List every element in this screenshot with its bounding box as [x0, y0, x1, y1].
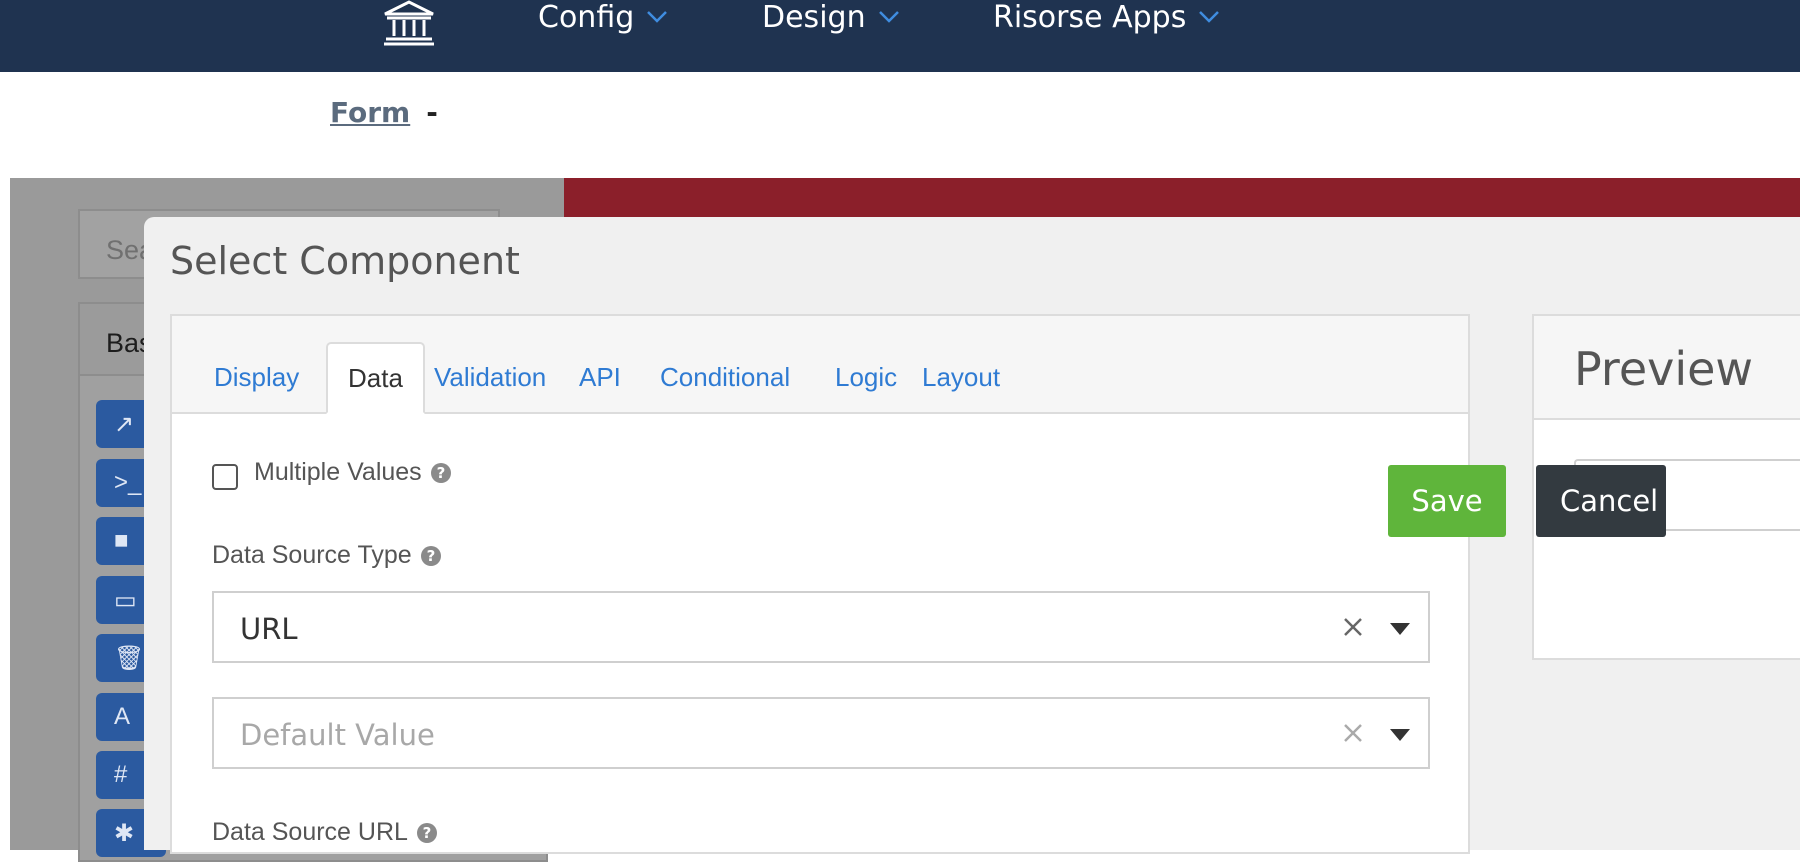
data-source-url-field: Data Source URL ? — [212, 818, 438, 847]
external-link-icon: ↗ — [114, 410, 135, 438]
nav-config[interactable]: Config — [538, 0, 668, 35]
tab-layout[interactable]: Layout — [902, 342, 1020, 412]
tab-display[interactable]: Display — [194, 342, 319, 412]
data-source-type-field: Data Source Type ? — [212, 541, 442, 570]
preview-title: Preview — [1534, 316, 1800, 420]
hash-icon: # — [114, 761, 128, 788]
multiple-values-label: Multiple Values — [254, 458, 422, 486]
multiple-values-checkbox[interactable] — [212, 464, 238, 490]
caret-down-icon[interactable] — [1390, 623, 1410, 635]
data-source-url-label: Data Source URL — [212, 818, 408, 846]
default-value-select[interactable]: Default Value — [212, 697, 1430, 769]
data-source-type-value: URL — [240, 612, 298, 646]
top-navbar: Config Design Risorse Apps — [0, 0, 1800, 72]
square-icon: ■ — [114, 527, 129, 554]
nav-design[interactable]: Design — [762, 0, 900, 35]
svg-text:?: ? — [423, 824, 432, 842]
tab-api[interactable]: API — [559, 342, 641, 412]
caret-down-icon[interactable] — [1390, 729, 1410, 741]
svg-text:?: ? — [426, 547, 435, 565]
data-source-type-select[interactable]: URL — [212, 591, 1430, 663]
chevron-down-icon — [647, 11, 668, 23]
nav-config-label: Config — [538, 0, 635, 35]
chevron-down-icon — [878, 11, 899, 23]
terminal-icon: >_ — [114, 469, 142, 496]
component-edit-panel: Display Data Validation API Conditional … — [170, 314, 1470, 854]
save-button[interactable]: Save — [1388, 465, 1506, 537]
modal-title: Select Component — [170, 239, 520, 283]
font-icon: A — [114, 703, 131, 730]
breadcrumb-form-link[interactable]: Form — [330, 96, 410, 129]
question-circle-icon[interactable]: ? — [420, 545, 442, 567]
tab-data[interactable]: Data — [326, 342, 425, 414]
data-source-type-label: Data Source Type — [212, 541, 412, 569]
cancel-button[interactable]: Cancel — [1536, 465, 1666, 537]
nav-risorse-apps-label: Risorse Apps — [993, 0, 1187, 35]
chevron-down-icon — [1199, 11, 1220, 23]
close-icon[interactable] — [1342, 722, 1364, 744]
breadcrumb-separator: - — [426, 96, 438, 129]
svg-text:?: ? — [436, 464, 445, 482]
bank-icon[interactable] — [381, 0, 437, 46]
breadcrumb: Form - — [330, 96, 438, 129]
close-icon[interactable] — [1342, 616, 1364, 638]
tab-validation[interactable]: Validation — [414, 342, 566, 412]
tab-conditional[interactable]: Conditional — [640, 342, 810, 412]
window-icon: ▭ — [114, 586, 137, 614]
default-value-placeholder: Default Value — [240, 718, 435, 752]
nav-design-label: Design — [762, 0, 866, 35]
multiple-values-field: Multiple Values ? — [254, 458, 452, 487]
question-circle-icon[interactable]: ? — [430, 462, 452, 484]
question-circle-icon[interactable]: ? — [416, 822, 438, 844]
builder-accent-bar — [564, 178, 1800, 218]
trash-icon: 🗑 — [114, 644, 145, 672]
nav-risorse-apps[interactable]: Risorse Apps — [993, 0, 1220, 35]
tabs-bar: Display Data Validation API Conditional … — [172, 316, 1468, 414]
asterisk-icon: ✱ — [114, 819, 135, 847]
